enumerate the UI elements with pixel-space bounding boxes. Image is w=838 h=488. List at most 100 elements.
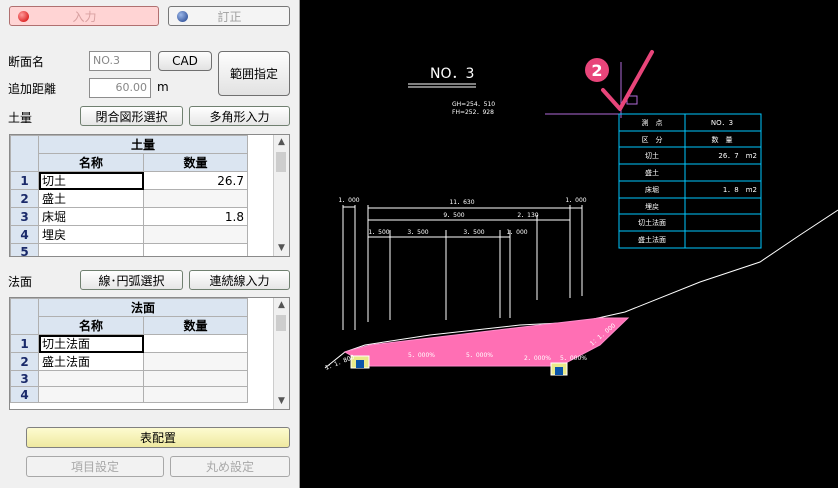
row-quantity-cell[interactable]: 1.8 <box>143 207 248 226</box>
row-number: 1 <box>10 334 39 353</box>
row-number: 1 <box>10 171 39 190</box>
slope-grade-a: 5．000% <box>408 352 435 359</box>
polygon-input-button[interactable]: 多角形入力 <box>189 106 290 126</box>
slope-table-title: 法面 <box>38 298 248 317</box>
cad-table-label: 切土 <box>645 151 659 160</box>
correct-mode-button[interactable]: 訂正 <box>168 6 290 26</box>
row-name-cell[interactable]: 床堀 <box>38 207 144 226</box>
row-name-cell[interactable]: 埋戻 <box>38 225 144 244</box>
cad-table-value: 1．8 m2 <box>723 186 757 194</box>
row-quantity-cell[interactable] <box>143 225 248 244</box>
dimension-right-edge: 1．000 <box>565 197 586 204</box>
line-arc-select-button[interactable]: 線･円弧選択 <box>80 270 183 290</box>
slope-grade-c: 2．000% <box>524 355 551 362</box>
row-quantity-cell[interactable] <box>143 352 248 371</box>
row-name-cell[interactable] <box>38 243 144 256</box>
quantity-table: 測 点 NO．3 区 分 数 量 切土 26．7 m2 盛土 床堀 1．8 m2… <box>618 113 762 249</box>
dimension-left-edge: 1．000 <box>338 197 359 204</box>
row-quantity-cell[interactable] <box>143 189 248 208</box>
table-row[interactable]: 3 床堀 1.8 <box>10 207 276 226</box>
cad-table-label: 盛土法面 <box>638 235 666 244</box>
dimension-seg4: 1．000 <box>506 229 527 236</box>
dimension-seg1: 1．500 <box>368 229 389 236</box>
scroll-thumb[interactable] <box>276 315 286 331</box>
col-header-name: 名称 <box>38 316 144 335</box>
row-name-cell[interactable] <box>38 386 144 403</box>
row-name-cell[interactable]: 盛土 <box>38 189 144 208</box>
continuous-line-input-button[interactable]: 連続線入力 <box>189 270 290 290</box>
earth-table-title: 土量 <box>38 135 248 154</box>
section-name-field[interactable]: NO.3 <box>89 51 151 71</box>
table-row[interactable]: 3 <box>10 370 276 387</box>
ditch-right <box>550 362 568 376</box>
slope-grade-d: 5．000% <box>560 355 587 362</box>
cad-table-value: 数 量 <box>712 135 733 144</box>
step-number: 2 <box>591 61 602 80</box>
table-placement-button[interactable]: 表配置 <box>26 427 290 448</box>
table-row[interactable]: 4 <box>10 386 276 403</box>
scroll-down-icon[interactable]: ▼ <box>274 394 289 409</box>
cad-table-label: 区 分 <box>642 135 663 144</box>
correct-mode-label: 訂正 <box>217 9 242 24</box>
cad-button[interactable]: CAD <box>158 51 212 71</box>
table-row[interactable]: 5 <box>10 243 276 256</box>
row-number: 2 <box>10 189 39 208</box>
earth-grid-scrollbar[interactable]: ▲ ▼ <box>273 135 289 256</box>
col-header-name: 名称 <box>38 153 144 172</box>
row-quantity-cell[interactable]: 26.7 <box>143 171 248 190</box>
section-name-label: 断面名 <box>8 55 45 69</box>
table-row[interactable]: 1 切土 26.7 <box>10 171 276 190</box>
rounding-settings-button[interactable]: 丸め設定 <box>170 456 290 477</box>
formation-height-text: FH=252．928 <box>452 109 494 116</box>
row-quantity-cell[interactable] <box>143 386 248 403</box>
item-settings-button[interactable]: 項目設定 <box>26 456 164 477</box>
cad-table-value: 26．7 m2 <box>718 152 757 160</box>
input-panel: 入力 訂正 断面名 NO.3 CAD 範囲指定 追加距離 60.00 m 土量 … <box>0 0 300 488</box>
row-name-cell[interactable]: 切土 <box>38 171 144 190</box>
table-row[interactable]: 2 盛土法面 <box>10 352 276 371</box>
row-quantity-cell[interactable] <box>143 370 248 387</box>
dimension-lines <box>342 205 583 330</box>
table-row[interactable]: 4 埋戻 <box>10 225 276 244</box>
scroll-up-icon[interactable]: ▲ <box>274 135 289 150</box>
row-number: 2 <box>10 352 39 371</box>
scroll-down-icon[interactable]: ▼ <box>274 241 289 256</box>
row-number: 3 <box>10 370 39 387</box>
earth-volume-label: 土量 <box>8 111 33 125</box>
dimension-mid: 9．500 <box>443 212 464 219</box>
cad-table-label: 測 点 <box>642 118 663 127</box>
closed-shape-select-button[interactable]: 閉合図形選択 <box>80 106 183 126</box>
dimension-seg3: 3．500 <box>463 229 484 236</box>
earth-volume-grid: 土量 名称 数量 1 切土 26.7 2 盛土 3 床堀 1.8 4 埋戻 5 … <box>9 134 290 257</box>
cad-table-label: 床堀 <box>645 185 659 194</box>
additional-distance-label: 追加距離 <box>8 82 57 96</box>
row-quantity-cell[interactable] <box>143 334 248 353</box>
row-number: 3 <box>10 207 39 226</box>
row-quantity-cell[interactable] <box>143 243 248 256</box>
cad-section-title: NO．3 <box>430 66 474 82</box>
scroll-up-icon[interactable]: ▲ <box>274 298 289 313</box>
dimension-right: 2．130 <box>517 212 538 219</box>
ground-height-text: GH=254．510 <box>452 101 495 108</box>
additional-distance-field[interactable]: 60.00 <box>89 78 151 98</box>
grid-corner <box>10 298 39 335</box>
scroll-thumb[interactable] <box>276 152 286 172</box>
row-name-cell[interactable] <box>38 370 144 387</box>
radio-off-icon <box>177 10 188 22</box>
range-specify-button[interactable]: 範囲指定 <box>218 51 290 96</box>
cad-table-label: 切土法面 <box>638 218 666 227</box>
input-mode-button[interactable]: 入力 <box>9 6 159 26</box>
row-name-cell[interactable]: 切土法面 <box>38 334 144 353</box>
table-row[interactable]: 2 盛土 <box>10 189 276 208</box>
cad-view[interactable]: NO．3 GH=254．510 FH=252．928 測 点 NO．3 区 分 … <box>300 0 838 488</box>
grid-corner <box>10 135 39 172</box>
row-number: 5 <box>10 243 39 256</box>
input-mode-label: 入力 <box>72 9 97 24</box>
table-row[interactable]: 1 切土法面 <box>10 334 276 353</box>
slope-grid: 法面 名称 数量 1 切土法面 2 盛土法面 3 4 ▲ ▼ <box>9 297 290 410</box>
slope-grid-scrollbar[interactable]: ▲ ▼ <box>273 298 289 409</box>
col-header-quantity: 数量 <box>143 316 248 335</box>
row-name-cell[interactable]: 盛土法面 <box>38 352 144 371</box>
cad-table-value: NO．3 <box>711 119 733 127</box>
col-header-quantity: 数量 <box>143 153 248 172</box>
